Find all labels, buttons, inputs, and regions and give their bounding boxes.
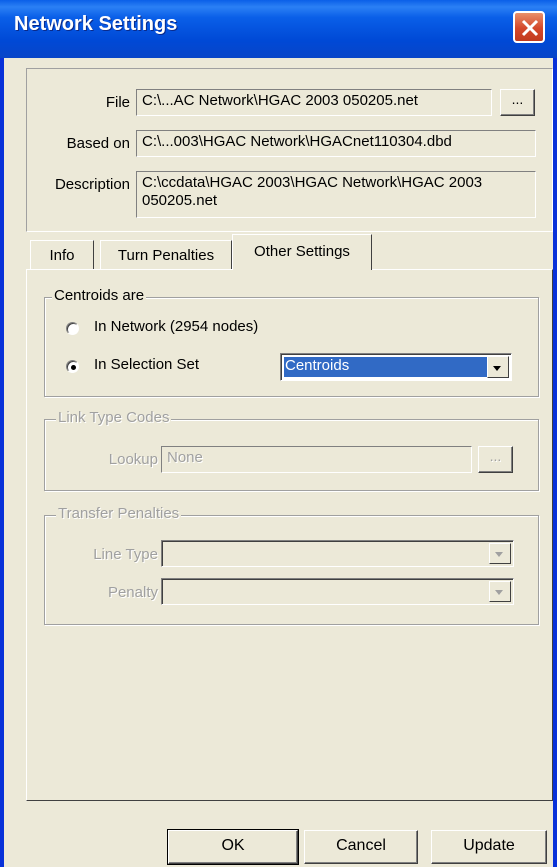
dropdown-button[interactable] bbox=[487, 356, 509, 378]
tab-other-settings[interactable]: Other Settings bbox=[232, 234, 372, 270]
radio-in-selection-set[interactable] bbox=[66, 360, 79, 373]
radio-selected-dot bbox=[71, 365, 76, 370]
tab-turn-penalties[interactable]: Turn Penalties bbox=[100, 240, 232, 270]
lookup-browse-button: ... bbox=[478, 446, 513, 473]
penalty-label: Penalty bbox=[107, 584, 158, 601]
description-field[interactable]: C:\ccdata\HGAC 2003\HGAC Network\HGAC 20… bbox=[136, 171, 536, 218]
radio-in-network-label[interactable]: In Network (2954 nodes) bbox=[94, 318, 258, 335]
chevron-down-icon bbox=[495, 590, 503, 595]
cancel-button[interactable]: Cancel bbox=[304, 830, 418, 864]
close-icon bbox=[521, 19, 539, 37]
window-title: Network Settings bbox=[14, 13, 178, 35]
file-label: File bbox=[105, 94, 130, 111]
based-on-field: C:\...003\HGAC Network\HGACnet110304.dbd bbox=[136, 130, 536, 157]
penalty-dropdown bbox=[161, 578, 514, 605]
tab-info-label: Info bbox=[49, 247, 75, 264]
transfer-penalties-group bbox=[44, 515, 539, 625]
transfer-penalties-legend: Transfer Penalties bbox=[56, 505, 182, 522]
lookup-field: None bbox=[161, 446, 472, 473]
line-type-dropdown bbox=[161, 540, 514, 567]
close-button[interactable] bbox=[513, 11, 545, 43]
file-browse-button[interactable]: ... bbox=[500, 89, 535, 116]
line-type-label: Line Type bbox=[93, 546, 158, 563]
title-bar[interactable]: Network Settings bbox=[0, 0, 557, 58]
chevron-down-icon bbox=[493, 366, 501, 371]
tab-info[interactable]: Info bbox=[30, 240, 94, 270]
link-type-codes-legend: Link Type Codes bbox=[56, 409, 172, 426]
tab-other-settings-label: Other Settings bbox=[254, 243, 350, 260]
tab-turn-penalties-label: Turn Penalties bbox=[117, 247, 215, 264]
ok-button[interactable]: OK bbox=[167, 829, 299, 865]
radio-in-selection-set-label[interactable]: In Selection Set bbox=[94, 356, 199, 373]
penalty-dropdown-button bbox=[489, 581, 511, 602]
centroids-group bbox=[44, 297, 539, 397]
selection-set-dropdown[interactable]: Centroids bbox=[280, 353, 512, 381]
radio-in-network[interactable] bbox=[66, 322, 79, 335]
selection-set-value: Centroids bbox=[283, 356, 488, 378]
chevron-down-icon bbox=[495, 552, 503, 557]
line-type-dropdown-button bbox=[489, 543, 511, 564]
file-field[interactable]: C:\...AC Network\HGAC 2003 050205.net bbox=[136, 89, 492, 116]
lookup-label: Lookup bbox=[108, 451, 158, 468]
update-button[interactable]: Update bbox=[431, 830, 547, 864]
centroids-legend: Centroids are bbox=[52, 287, 147, 304]
description-label: Description bbox=[54, 176, 130, 193]
based-on-label: Based on bbox=[66, 135, 130, 152]
